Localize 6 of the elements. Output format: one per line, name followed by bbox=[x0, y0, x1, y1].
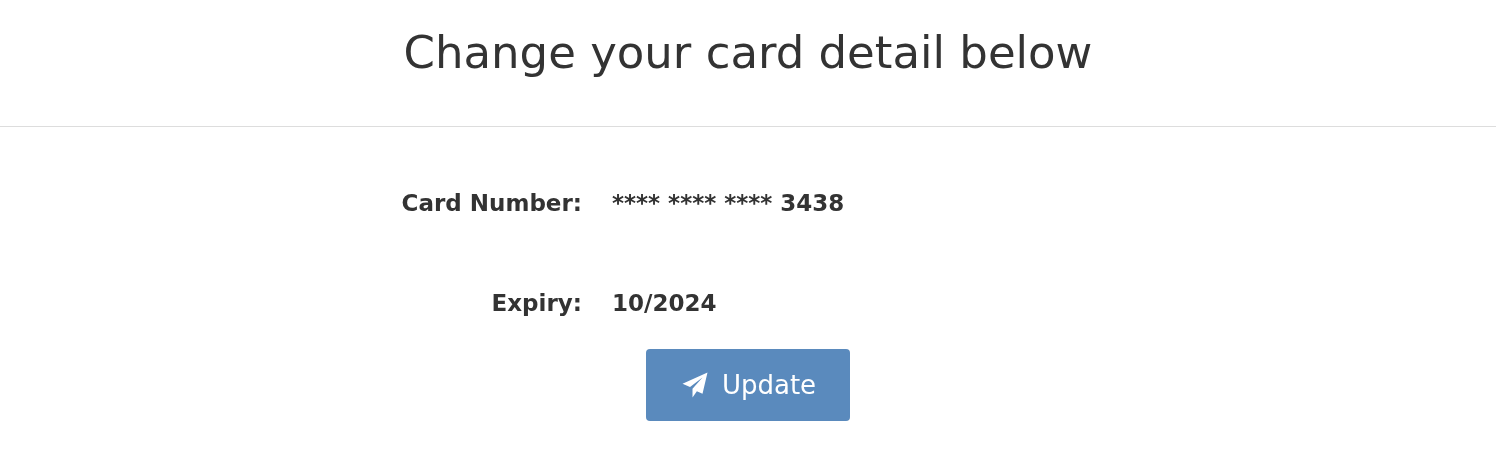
field-label: Expiry: bbox=[490, 289, 582, 318]
update-button[interactable]: Update bbox=[646, 349, 850, 421]
field-label: Card Number: bbox=[400, 189, 582, 218]
field-value: **** **** **** 3438 bbox=[612, 189, 846, 218]
field-value: 10/2024 bbox=[612, 289, 718, 318]
page-title: Change your card detail below bbox=[403, 25, 1093, 79]
